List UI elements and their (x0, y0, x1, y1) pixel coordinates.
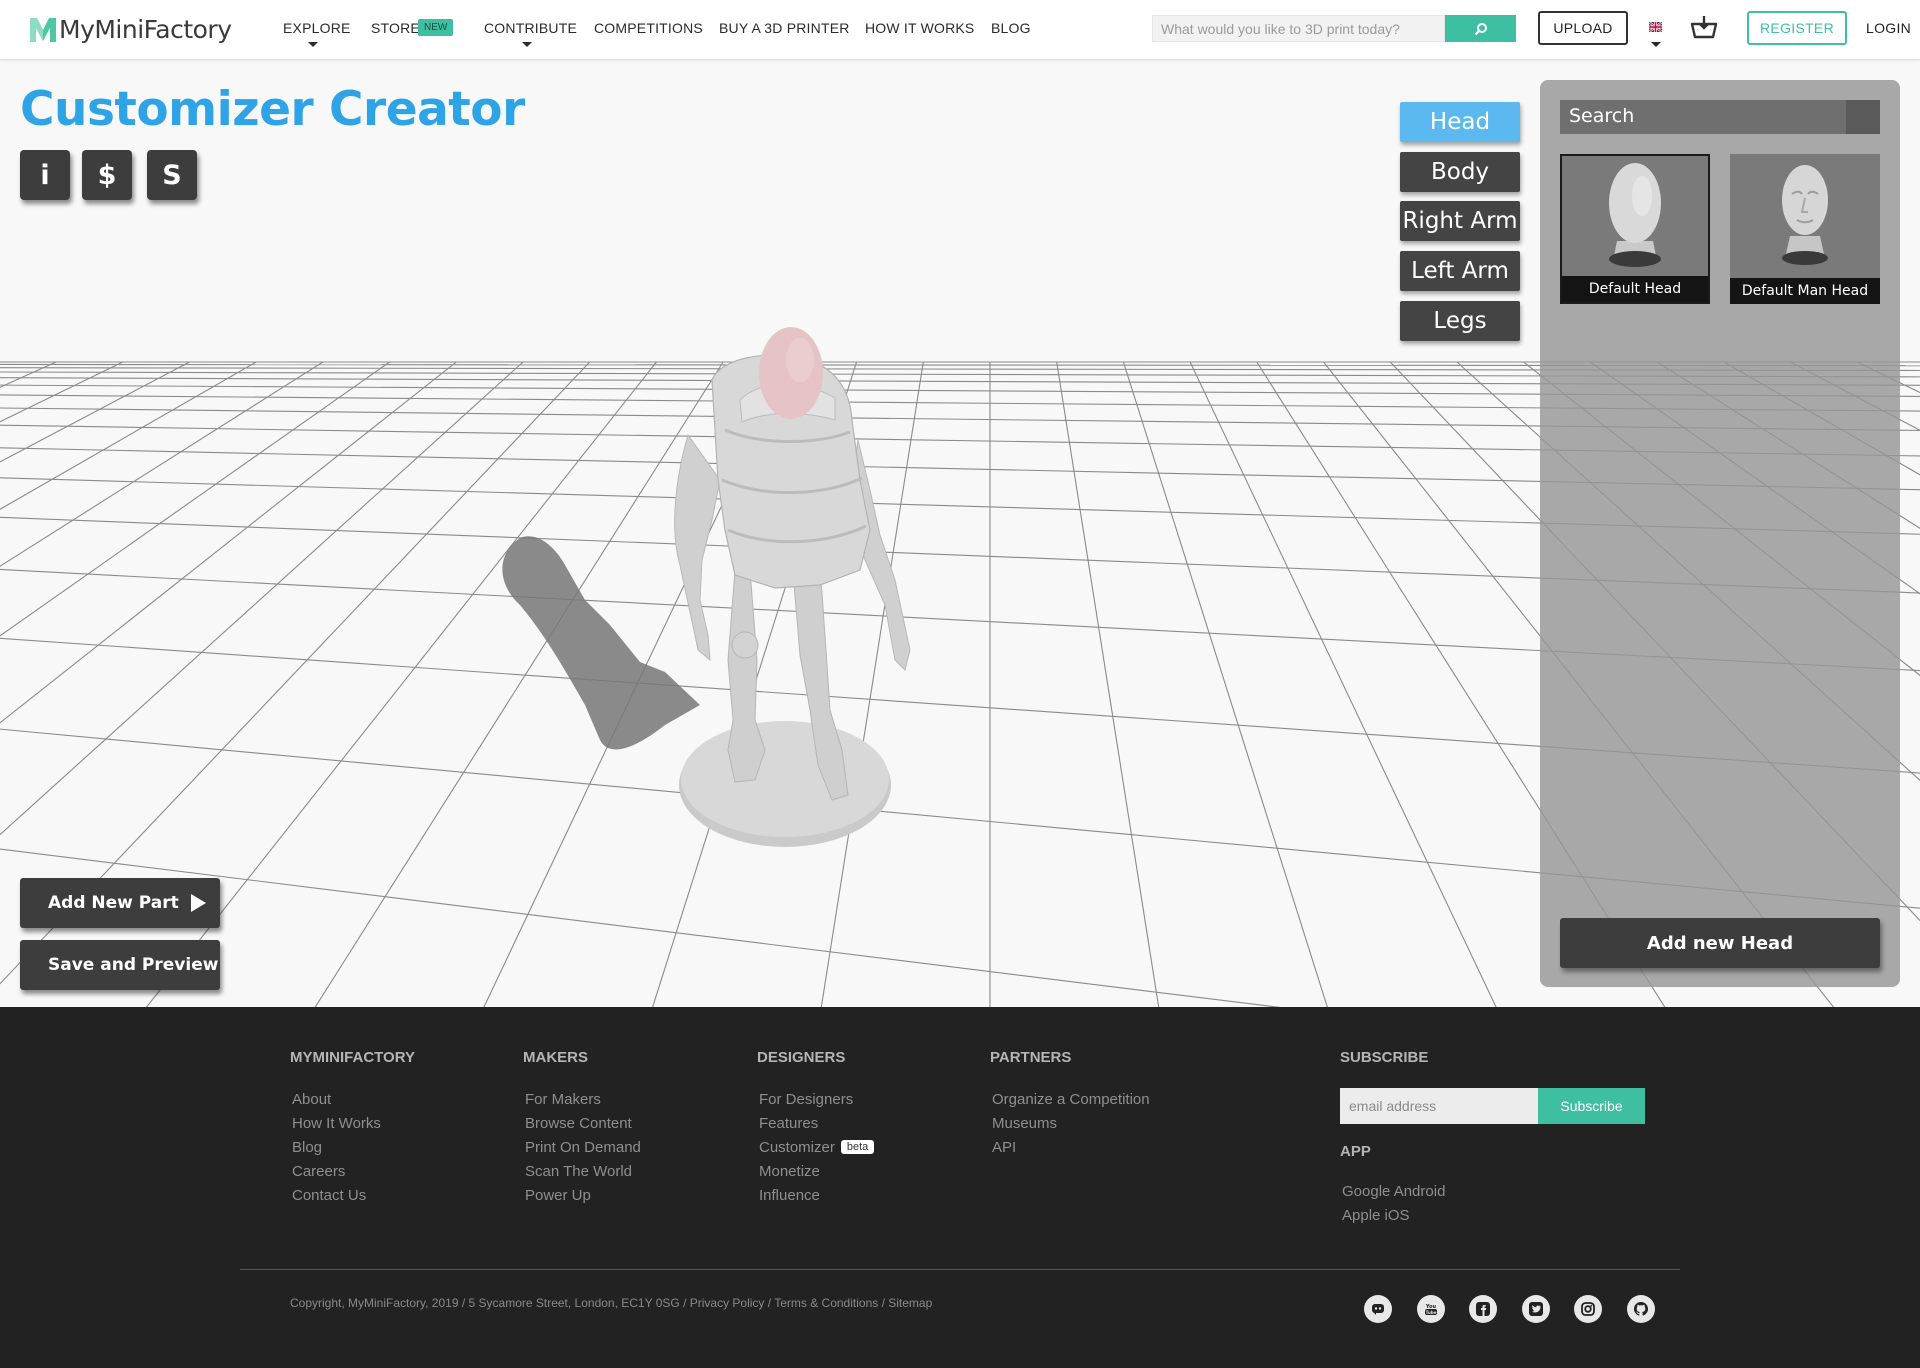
nav-buy-3d-printer[interactable]: BUY A 3D PRINTER (719, 20, 850, 36)
tab-body[interactable]: Body (1400, 152, 1520, 192)
figure-right-arm (674, 433, 721, 662)
tab-left-arm[interactable]: Left Arm (1400, 251, 1520, 291)
copyright-text: Copyright, MyMiniFactory, 2019 / 5 Sycam… (290, 1296, 933, 1310)
top-navigation-bar: MyMiniFactory EXPLORE STORE NEW CONTRIBU… (0, 0, 1920, 60)
save-and-preview-button[interactable]: Save and Preview (20, 940, 220, 990)
add-new-part-button[interactable]: Add New Part (20, 878, 220, 928)
figure-shadow (502, 536, 700, 750)
discord-link[interactable] (1364, 1295, 1392, 1323)
nav-how-it-works[interactable]: HOW IT WORKS (865, 20, 974, 36)
nav-competitions[interactable]: COMPETITIONS (594, 20, 703, 36)
uk-flag-icon[interactable] (1649, 22, 1662, 32)
price-button[interactable]: $ (82, 150, 132, 200)
login-link[interactable]: LOGIN (1866, 20, 1911, 36)
footer-link-apple-ios[interactable]: Apple iOS (1342, 1207, 1410, 1224)
store-new-badge: NEW (418, 19, 454, 36)
footer-heading-app: APP (1340, 1143, 1371, 1160)
footer: MYMINIFACTORY About How It Works Blog Ca… (0, 1007, 1920, 1368)
explore-caret-icon (308, 42, 318, 47)
search-input[interactable] (1152, 15, 1445, 42)
footer-link-google-android[interactable]: Google Android (1342, 1183, 1445, 1200)
info-button[interactable]: i (20, 150, 70, 200)
contribute-caret-icon (522, 42, 532, 47)
customizer-viewport[interactable]: Customizer Creator i $ S Head Body Right… (0, 60, 1920, 1007)
tab-right-arm[interactable]: Right Arm (1400, 201, 1520, 241)
basket-icon[interactable] (1690, 14, 1718, 40)
footer-link-api[interactable]: API (992, 1139, 1016, 1156)
tile-default-head[interactable]: Default Head (1560, 154, 1710, 304)
logo[interactable]: MyMiniFactory (28, 12, 232, 46)
facebook-icon (1476, 1302, 1490, 1316)
language-caret-icon[interactable] (1651, 42, 1661, 47)
parts-panel: Search Default Head Default Man Head Add… (1540, 80, 1900, 987)
add-new-part-label: Add New Part (48, 893, 179, 913)
youtube-link[interactable]: You Tube (1417, 1295, 1445, 1323)
customizer-label: Customizer (759, 1139, 835, 1156)
footer-link-browse-content[interactable]: Browse Content (525, 1115, 632, 1132)
footer-heading-myminifactory: MYMINIFACTORY (290, 1049, 416, 1066)
footer-link-blog[interactable]: Blog (292, 1139, 322, 1156)
footer-heading-makers: MAKERS (523, 1049, 589, 1066)
footer-link-contact-us[interactable]: Contact Us (292, 1187, 366, 1204)
nav-contribute[interactable]: CONTRIBUTE (484, 20, 577, 36)
upload-button[interactable]: UPLOAD (1538, 11, 1628, 45)
beta-badge: beta (840, 1140, 875, 1154)
footer-heading-designers: DESIGNERS (757, 1049, 846, 1066)
search-icon (1474, 22, 1487, 35)
tile-default-man-head[interactable]: Default Man Head (1730, 154, 1880, 304)
footer-link-about[interactable]: About (292, 1091, 331, 1108)
footer-link-customizer[interactable]: Customizer beta (759, 1139, 875, 1156)
logo-text: MyMiniFactory (59, 14, 232, 44)
s-button[interactable]: S (147, 150, 197, 200)
page-title: Customizer Creator (20, 82, 525, 137)
subscribe-button[interactable]: Subscribe (1538, 1088, 1645, 1124)
footer-link-influence[interactable]: Influence (759, 1187, 820, 1204)
instagram-link[interactable] (1574, 1295, 1602, 1323)
footer-divider (240, 1269, 1680, 1270)
footer-link-careers[interactable]: Careers (292, 1163, 345, 1180)
email-field[interactable] (1340, 1088, 1538, 1124)
footer-link-how-it-works[interactable]: How It Works (292, 1115, 381, 1132)
github-icon (1634, 1302, 1648, 1316)
tile-label: Default Head (1562, 276, 1708, 302)
panel-search-label: Search (1569, 105, 1635, 127)
panel-search-button[interactable] (1846, 100, 1880, 134)
figure-left-leg (727, 569, 766, 783)
nav-store[interactable]: STORE (371, 20, 420, 36)
logo-mark-icon (30, 18, 56, 42)
nav-blog[interactable]: BLOG (991, 20, 1031, 36)
twitter-link[interactable] (1522, 1295, 1550, 1323)
nav-explore[interactable]: EXPLORE (283, 20, 351, 36)
facebook-link[interactable] (1469, 1295, 1497, 1323)
discord-icon (1372, 1304, 1384, 1315)
footer-link-for-designers[interactable]: For Designers (759, 1091, 853, 1108)
footer-link-museums[interactable]: Museums (992, 1115, 1057, 1132)
add-new-head-button[interactable]: Add new Head (1560, 918, 1880, 968)
footer-link-power-up[interactable]: Power Up (525, 1187, 591, 1204)
tab-head[interactable]: Head (1400, 102, 1520, 142)
youtube-icon: YouTube (1425, 1304, 1437, 1315)
footer-link-scan-the-world[interactable]: Scan The World (525, 1163, 632, 1180)
register-button[interactable]: REGISTER (1747, 11, 1847, 45)
svg-text:Tube: Tube (1426, 1310, 1437, 1315)
tab-legs[interactable]: Legs (1400, 301, 1520, 341)
footer-link-print-on-demand[interactable]: Print On Demand (525, 1139, 641, 1156)
instagram-icon (1581, 1302, 1595, 1316)
github-link[interactable] (1627, 1295, 1655, 1323)
footer-link-for-makers[interactable]: For Makers (525, 1091, 601, 1108)
footer-heading-subscribe: SUBSCRIBE (1340, 1049, 1429, 1066)
tile-label: Default Man Head (1730, 278, 1880, 304)
footer-link-features[interactable]: Features (759, 1115, 818, 1132)
search-button[interactable] (1445, 15, 1516, 42)
footer-link-monetize[interactable]: Monetize (759, 1163, 820, 1180)
footer-heading-partners: PARTNERS (990, 1049, 1072, 1066)
panel-search-input[interactable]: Search (1560, 100, 1880, 134)
play-arrow-icon (191, 894, 206, 912)
twitter-icon (1529, 1302, 1543, 1316)
footer-link-organize-competition[interactable]: Organize a Competition (992, 1091, 1150, 1108)
